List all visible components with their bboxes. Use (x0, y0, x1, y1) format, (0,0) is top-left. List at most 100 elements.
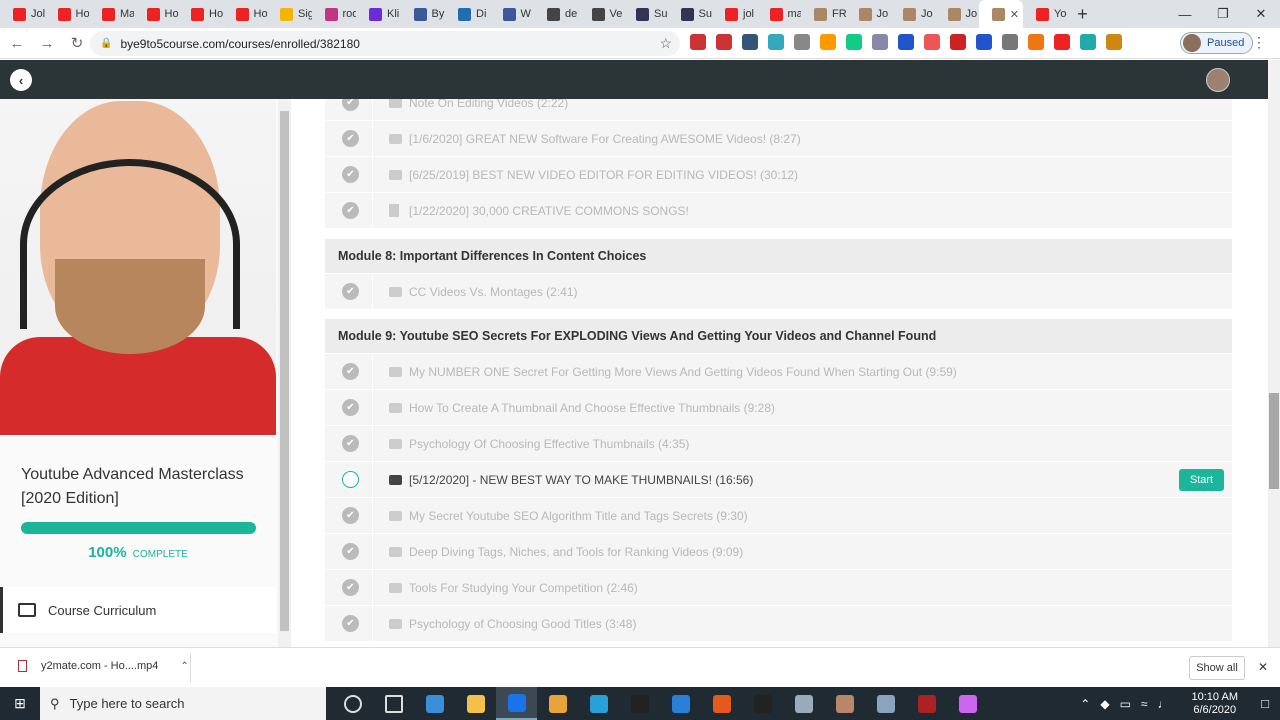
extension-icon[interactable] (1054, 34, 1070, 50)
taskbar-app-icon[interactable] (619, 687, 660, 720)
browser-tab[interactable]: Ma (89, 0, 134, 28)
extension-icon[interactable] (1106, 34, 1122, 50)
new-tab-icon[interactable]: + (1068, 4, 1098, 25)
sidebar-scrollbar-thumb[interactable] (280, 111, 289, 631)
browser-tab[interactable]: Ve (579, 0, 624, 28)
browser-tab[interactable]: Ho (45, 0, 89, 28)
extension-icon[interactable] (820, 34, 836, 50)
taskbar-app-icon[interactable] (332, 687, 373, 720)
clock[interactable]: 10:10 AM 6/6/2020 (1192, 691, 1238, 717)
reload-icon[interactable]: ↻ (64, 34, 90, 52)
browser-tab[interactable]: Su (668, 0, 713, 28)
taskbar-app-icon[interactable] (906, 687, 947, 720)
start-button[interactable]: Start (1179, 468, 1224, 491)
extension-icon[interactable] (924, 34, 940, 50)
forward-arrow-icon[interactable]: → (34, 35, 60, 52)
browser-tab[interactable]: ✕ (979, 0, 1023, 28)
tab-close-icon[interactable]: ✕ (1010, 8, 1019, 21)
browser-tab[interactable]: Su (623, 0, 668, 28)
extension-icon[interactable] (1002, 34, 1018, 50)
extension-icon[interactable] (716, 34, 732, 50)
browser-tab[interactable]: Jo (846, 0, 891, 28)
browser-tab[interactable]: ma (757, 0, 801, 28)
download-item[interactable]: y2mate.com - Ho....mp4 ⌃ (18, 660, 189, 672)
lecture-row[interactable]: ✔ My NUMBER ONE Secret For Getting More V… (325, 353, 1232, 390)
browser-tab[interactable]: Sig (267, 0, 312, 28)
browser-tab[interactable]: de (534, 0, 579, 28)
taskbar-app-icon[interactable] (578, 687, 619, 720)
taskbar-app-icon[interactable] (865, 687, 906, 720)
page-scrollbar-thumb[interactable] (1269, 393, 1279, 489)
chevron-up-icon[interactable]: ⌃ (180, 661, 188, 672)
browser-tab[interactable]: W (490, 0, 535, 28)
lecture-row[interactable]: ✔ My Secret Youtube SEO Algorithm Title a… (325, 497, 1232, 534)
taskbar-app-icon[interactable] (783, 687, 824, 720)
menu-item-course-curriculum[interactable]: Course Curriculum (0, 587, 276, 633)
minimize-icon[interactable]: — (1166, 0, 1204, 28)
browser-menu-icon[interactable]: ⋮ (1252, 34, 1266, 51)
taskbar-app-icon[interactable] (414, 687, 455, 720)
shield-icon[interactable]: ◆ (1100, 697, 1109, 711)
notification-icon[interactable]: □ (1250, 696, 1280, 711)
browser-tab[interactable]: Kli (356, 0, 401, 28)
user-avatar[interactable] (1206, 68, 1230, 92)
extension-icon[interactable] (690, 34, 706, 50)
lecture-row[interactable]: ✔ Note On Editing Videos (2:22) (325, 99, 1232, 121)
browser-tab[interactable]: Yo (1023, 0, 1068, 28)
browser-tab[interactable]: jol (712, 0, 757, 28)
browser-tab[interactable]: By (401, 0, 446, 28)
lecture-row[interactable]: ✔ [1/6/2020] GREAT NEW Software For Creat… (325, 120, 1232, 157)
wifi-icon[interactable]: ≈ (1141, 697, 1148, 711)
lecture-row[interactable]: ✔ Psychology Of Choosing Effective Thumbn… (325, 425, 1232, 462)
extension-icon[interactable] (794, 34, 810, 50)
extension-icon[interactable] (1080, 34, 1096, 50)
address-bar[interactable]: 🔒 bye9to5course.com/courses/enrolled/382… (90, 31, 680, 56)
tray-chevron-icon[interactable]: ⌃ (1080, 697, 1090, 711)
profile-button[interactable]: Paused (1180, 32, 1254, 54)
browser-tab[interactable]: Jo (890, 0, 935, 28)
taskbar-app-icon[interactable] (742, 687, 783, 720)
browser-tab[interactable]: Ho (223, 0, 267, 28)
extension-icon[interactable] (1028, 34, 1044, 50)
lecture-row[interactable]: ✔ [1/22/2020] 30,000 CREATIVE COMMONS SON… (325, 192, 1232, 229)
lecture-row[interactable]: ✔ Deep Diving Tags, Niches, and Tools for… (325, 533, 1232, 570)
browser-tab[interactable]: Ho (134, 0, 178, 28)
extension-icon[interactable] (950, 34, 966, 50)
lecture-row[interactable]: ✔ CC Videos Vs. Montages (2:41) (325, 273, 1232, 310)
extension-icon[interactable] (846, 34, 862, 50)
browser-tab[interactable]: Jol (0, 0, 45, 28)
lecture-row[interactable]: ✔ [6/25/2019] BEST NEW VIDEO EDITOR FOR E… (325, 156, 1232, 193)
taskbar-app-icon[interactable] (496, 687, 537, 720)
back-arrow-icon[interactable]: ← (4, 35, 30, 52)
extension-icon[interactable] (976, 34, 992, 50)
volume-icon[interactable]: ♩ (1158, 697, 1170, 711)
show-all-button[interactable]: Show all (1189, 656, 1245, 680)
browser-tab[interactable]: FR (801, 0, 846, 28)
sidebar-scrollbar[interactable] (278, 99, 291, 647)
taskbar-app-icon[interactable] (947, 687, 988, 720)
browser-tab[interactable]: Ho (178, 0, 223, 28)
taskbar-app-icon[interactable] (537, 687, 578, 720)
extension-icon[interactable] (742, 34, 758, 50)
taskbar-search[interactable]: ⚲ Type here to search (40, 687, 326, 720)
taskbar-app-icon[interactable] (455, 687, 496, 720)
back-chevron-icon[interactable]: ‹ (10, 69, 32, 91)
lecture-row[interactable]: [5/12/2020] - NEW BEST WAY TO MAKE THUMB… (325, 461, 1232, 498)
lecture-row[interactable]: ✔ Psychology of Choosing Good Titles (3:4… (325, 605, 1232, 642)
extension-icon[interactable] (872, 34, 888, 50)
browser-tab[interactable]: Di (445, 0, 490, 28)
browser-tab[interactable]: Jo (935, 0, 980, 28)
bookmark-star-icon[interactable]: ☆ (659, 35, 672, 52)
taskbar-app-icon[interactable] (660, 687, 701, 720)
windows-start-icon[interactable]: ⊞ (0, 687, 40, 720)
taskbar-app-icon[interactable] (824, 687, 865, 720)
maximize-icon[interactable]: ❐ (1204, 0, 1242, 28)
battery-icon[interactable]: ▭ (1120, 697, 1131, 711)
lecture-row[interactable]: ✔ How To Create A Thumbnail And Choose Ef… (325, 389, 1232, 426)
close-icon[interactable]: ✕ (1258, 660, 1268, 674)
extension-icon[interactable] (768, 34, 784, 50)
extension-icon[interactable] (898, 34, 914, 50)
browser-tab[interactable]: roo (312, 0, 356, 28)
close-window-icon[interactable]: ✕ (1242, 0, 1280, 28)
page-scrollbar[interactable] (1268, 60, 1280, 647)
